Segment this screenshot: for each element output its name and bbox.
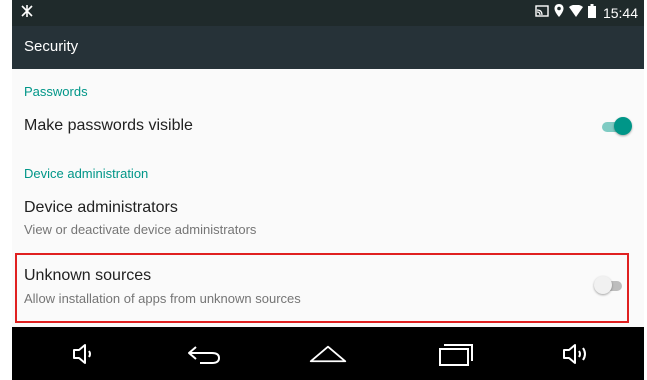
make-passwords-visible-item[interactable]: Make passwords visible: [12, 105, 644, 147]
home-icon[interactable]: [308, 339, 348, 369]
section-header-device-administration: Device administration: [24, 166, 149, 181]
notification-icon: [20, 4, 38, 22]
app-bar: Security: [12, 26, 644, 69]
battery-icon: [587, 3, 596, 23]
device-administrators-label: Device administrators: [24, 199, 178, 216]
highlight-box: [15, 253, 629, 323]
navigation-bar: [12, 327, 644, 380]
volume-down-icon[interactable]: [64, 339, 104, 369]
recents-icon[interactable]: [434, 339, 474, 369]
section-header-passwords: Passwords: [24, 84, 88, 99]
status-bar: 15:44: [12, 0, 644, 26]
device-administrators-summary: View or deactivate device administrators: [24, 222, 257, 237]
page-title: Security: [24, 38, 79, 55]
cast-icon: [535, 4, 549, 22]
device-administrators-item[interactable]: Device administrators View or deactivate…: [12, 187, 644, 247]
make-passwords-visible-label: Make passwords visible: [24, 117, 193, 134]
switch-thumb: [614, 117, 632, 135]
location-icon: [554, 4, 564, 22]
volume-up-icon[interactable]: [557, 339, 597, 369]
status-icons: 15:44: [535, 3, 638, 23]
make-passwords-visible-switch[interactable]: [602, 116, 632, 136]
wifi-icon: [568, 4, 583, 22]
device-screen: 15:44 Security Passwords Make passwords …: [12, 0, 644, 380]
clock-time: 15:44: [602, 5, 638, 21]
back-icon[interactable]: [184, 339, 224, 369]
